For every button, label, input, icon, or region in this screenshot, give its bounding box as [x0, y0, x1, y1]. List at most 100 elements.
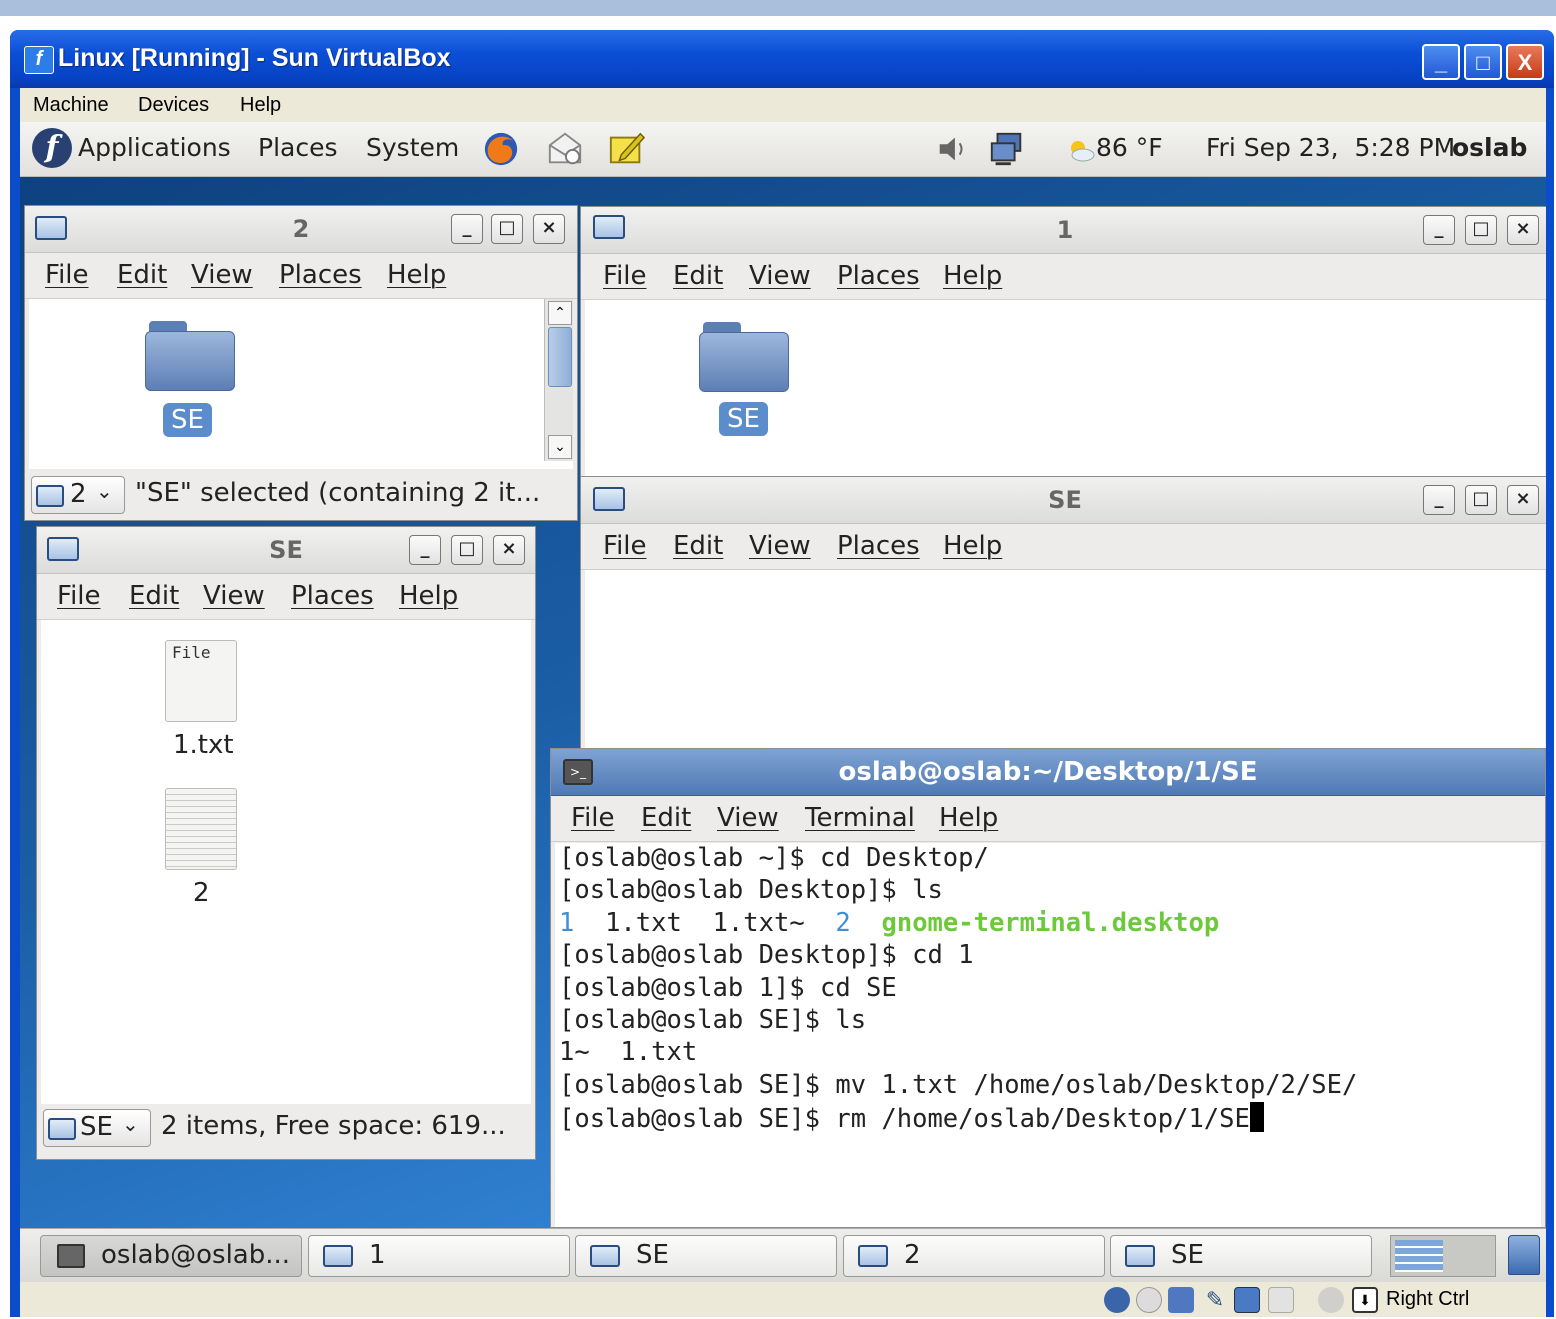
window-title: SE — [1048, 486, 1082, 514]
panel-username[interactable]: oslab — [1452, 133, 1527, 162]
menu-view[interactable]: View — [749, 531, 811, 561]
folder-se-label[interactable]: SE — [163, 403, 212, 437]
menu-terminal[interactable]: Terminal — [805, 803, 915, 833]
menu-places[interactable]: Places — [291, 581, 374, 611]
icon-view[interactable]: File 1.txt 2 — [41, 620, 531, 1104]
window-titlebar[interactable]: 2 _ □ × — [25, 206, 577, 253]
document-icon[interactable] — [165, 788, 237, 870]
folder-se-icon[interactable] — [699, 322, 789, 392]
icon-view[interactable]: SE ⌃ ⌄ — [29, 299, 573, 469]
menu-edit[interactable]: Edit — [117, 260, 167, 290]
panel-system-menu[interactable]: System — [366, 133, 459, 162]
scroll-down-arrow[interactable]: ⌄ — [548, 435, 572, 459]
cd-dvd-icon[interactable] — [1136, 1287, 1162, 1313]
close-button[interactable]: × — [533, 214, 565, 244]
close-button[interactable]: × — [1507, 485, 1539, 515]
host-key-icon[interactable]: ⬇ — [1352, 1287, 1378, 1313]
taskbar-item-terminal[interactable]: oslab@oslab... — [40, 1235, 302, 1277]
minimize-button[interactable]: _ — [1423, 485, 1455, 515]
maximize-button[interactable]: □ — [451, 535, 483, 565]
menu-help[interactable]: Help — [943, 261, 1002, 291]
menu-places[interactable]: Places — [837, 261, 920, 291]
virtualization-icon[interactable] — [1268, 1287, 1294, 1313]
host-key-label: Right Ctrl — [1386, 1288, 1470, 1310]
close-button[interactable]: X — [1506, 44, 1544, 80]
panel-applications-menu[interactable]: Applications — [78, 133, 231, 162]
workspace-switcher[interactable] — [1390, 1235, 1496, 1277]
menu-help[interactable]: Help — [399, 581, 458, 611]
minimize-button[interactable]: _ — [409, 535, 441, 565]
taskbar-item-se-2[interactable]: SE — [1110, 1235, 1372, 1277]
mail-icon[interactable] — [546, 130, 584, 168]
usb-icon[interactable]: ✎ — [1202, 1287, 1228, 1313]
folder-se-icon[interactable] — [145, 321, 235, 391]
scroll-up-arrow[interactable]: ⌃ — [548, 301, 572, 325]
menu-edit[interactable]: Edit — [641, 803, 691, 833]
menu-help[interactable]: Help — [939, 803, 998, 833]
window-titlebar[interactable]: SE _ □ × — [37, 527, 535, 574]
menu-view[interactable]: View — [191, 260, 253, 290]
close-button[interactable]: × — [493, 535, 525, 565]
window-titlebar[interactable]: 1 _ □ × — [581, 207, 1546, 254]
menu-help[interactable]: Help — [387, 260, 446, 290]
icon-view[interactable] — [585, 570, 1545, 765]
window-titlebar[interactable]: SE _ □ × — [581, 477, 1546, 524]
trash-icon[interactable] — [1508, 1235, 1540, 1275]
menu-view[interactable]: View — [749, 261, 811, 291]
volume-icon[interactable] — [934, 130, 972, 168]
terminal-titlebar[interactable]: >_ oslab@oslab:~/Desktop/1/SE — [551, 749, 1545, 796]
menu-file[interactable]: File — [603, 531, 647, 561]
menu-places[interactable]: Places — [279, 260, 362, 290]
menu-edit[interactable]: Edit — [129, 581, 179, 611]
panel-clock[interactable]: Fri Sep 23, 5:28 PM — [1206, 133, 1455, 162]
mouse-integration-icon[interactable] — [1318, 1287, 1344, 1313]
location-combo[interactable]: SE ⌄ — [43, 1109, 151, 1147]
minimize-button[interactable]: _ — [451, 214, 483, 244]
menu-view[interactable]: View — [203, 581, 265, 611]
minimize-button[interactable]: _ — [1422, 44, 1460, 80]
scroll-thumb[interactable] — [548, 327, 572, 387]
maximize-button[interactable]: □ — [491, 214, 523, 244]
terminal-output[interactable]: [oslab@oslab ~]$ cd Desktop/ [oslab@osla… — [555, 843, 1541, 1227]
menu-file[interactable]: File — [571, 803, 615, 833]
file-label-1txt[interactable]: 1.txt — [173, 730, 234, 760]
location-combo[interactable]: 2 ⌄ — [31, 476, 125, 514]
network-adapter-icon[interactable] — [1168, 1287, 1194, 1313]
taskbar-item-1[interactable]: 1 — [308, 1235, 570, 1277]
gnome-top-panel: f Applications Places System 86 °F Fri S… — [20, 122, 1546, 177]
folder-se-label[interactable]: SE — [719, 402, 768, 436]
menu-machine[interactable]: Machine — [33, 94, 109, 117]
menu-edit[interactable]: Edit — [673, 261, 723, 291]
icon-view[interactable]: SE — [585, 300, 1545, 495]
menu-view[interactable]: View — [717, 803, 779, 833]
close-button[interactable]: × — [1507, 215, 1539, 245]
taskbar-item-2[interactable]: 2 — [843, 1235, 1105, 1277]
network-icon[interactable] — [988, 130, 1026, 168]
notes-icon[interactable] — [608, 130, 646, 168]
text-file-icon[interactable]: File — [165, 640, 237, 722]
virtualbox-titlebar[interactable]: f Linux [Running] - Sun VirtualBox _ □ X — [10, 30, 1554, 88]
menu-help[interactable]: Help — [943, 531, 1002, 561]
shared-folders-icon[interactable] — [1234, 1287, 1260, 1313]
vertical-scrollbar[interactable]: ⌃ ⌄ — [544, 299, 573, 461]
workspace-1[interactable] — [1395, 1240, 1443, 1272]
menu-help[interactable]: Help — [240, 94, 281, 117]
maximize-button[interactable]: □ — [1465, 485, 1497, 515]
maximize-button[interactable]: □ — [1465, 215, 1497, 245]
menu-file[interactable]: File — [57, 581, 101, 611]
taskbar-label: SE — [1171, 1240, 1204, 1270]
minimize-button[interactable]: _ — [1423, 215, 1455, 245]
firefox-icon[interactable] — [482, 130, 520, 168]
menu-devices[interactable]: Devices — [138, 94, 209, 117]
menu-file[interactable]: File — [45, 260, 89, 290]
taskbar-item-se[interactable]: SE — [575, 1235, 837, 1277]
maximize-button[interactable]: □ — [1464, 44, 1502, 80]
file-label-2[interactable]: 2 — [193, 878, 210, 908]
menu-edit[interactable]: Edit — [673, 531, 723, 561]
menu-places[interactable]: Places — [837, 531, 920, 561]
weather-temperature[interactable]: 86 °F — [1096, 133, 1163, 162]
hard-disk-icon[interactable] — [1104, 1287, 1130, 1313]
fedora-logo-icon[interactable]: f — [32, 128, 72, 168]
menu-file[interactable]: File — [603, 261, 647, 291]
panel-places-menu[interactable]: Places — [258, 133, 338, 162]
